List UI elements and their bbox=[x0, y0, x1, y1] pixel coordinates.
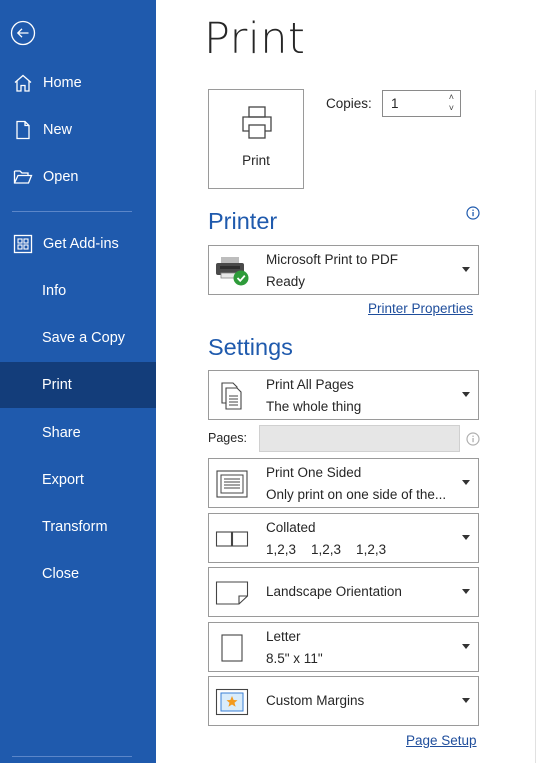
info-icon[interactable] bbox=[466, 432, 480, 446]
chevron-down-icon bbox=[462, 480, 470, 485]
page-setup-link[interactable]: Page Setup bbox=[406, 733, 477, 748]
sidebar-item-label: New bbox=[43, 122, 73, 138]
option-subtitle: Only print on one side of the... bbox=[266, 487, 447, 502]
sides-dropdown[interactable]: Print One Sided Only print on one side o… bbox=[208, 458, 479, 508]
info-icon[interactable] bbox=[466, 206, 480, 220]
sidebar-item-close[interactable]: Close bbox=[0, 551, 156, 597]
sidebar-item-label: Home bbox=[43, 75, 82, 91]
sidebar-item-label: Get Add-ins bbox=[43, 236, 119, 252]
chevron-down-icon bbox=[462, 535, 470, 540]
option-title: Print One Sided bbox=[266, 465, 362, 480]
sidebar-item-label: Print bbox=[42, 377, 72, 393]
option-title: Collated bbox=[266, 520, 316, 535]
chevron-down-icon bbox=[462, 589, 470, 594]
printer-name: Microsoft Print to PDF bbox=[266, 252, 399, 267]
sidebar-item-export[interactable]: Export bbox=[0, 457, 156, 503]
spin-arrows-icon[interactable]: ˄ ˅ bbox=[449, 92, 454, 114]
sidebar-item-label: Close bbox=[42, 566, 80, 582]
add-ins-icon bbox=[12, 233, 34, 255]
pages-icon bbox=[214, 380, 250, 412]
printer-ready-icon bbox=[214, 255, 250, 287]
orientation-dropdown[interactable]: Landscape Orientation bbox=[208, 567, 479, 617]
option-subtitle: 1,2,3 1,2,3 1,2,3 bbox=[266, 542, 387, 557]
option-subtitle: The whole thing bbox=[266, 399, 362, 414]
printer-status: Ready bbox=[266, 274, 306, 289]
page-title: Print bbox=[204, 14, 306, 64]
printer-dropdown[interactable]: Microsoft Print to PDF Ready bbox=[208, 245, 479, 295]
paper-size-dropdown[interactable]: Letter 8.5" x 11" bbox=[208, 622, 479, 672]
sidebar-divider bbox=[12, 211, 132, 212]
backstage-sidebar: Home New Open Get Add-ins Info Save a Co… bbox=[0, 0, 156, 763]
back-arrow-icon bbox=[10, 20, 36, 46]
sidebar-item-label: Save a Copy bbox=[42, 330, 126, 346]
collated-icon bbox=[214, 523, 250, 555]
pages-label: Pages: bbox=[208, 431, 247, 445]
copies-value: 1 bbox=[391, 96, 399, 111]
sidebar-item-info[interactable]: Info bbox=[0, 268, 156, 314]
sidebar-item-share[interactable]: Share bbox=[0, 410, 156, 456]
sidebar-item-label: Share bbox=[42, 425, 81, 441]
paper-size-icon bbox=[214, 632, 250, 664]
option-title: Letter bbox=[266, 629, 301, 644]
sidebar-item-home[interactable]: Home bbox=[0, 60, 156, 106]
one-sided-icon bbox=[214, 468, 250, 500]
print-range-dropdown[interactable]: Print All Pages The whole thing bbox=[208, 370, 479, 420]
print-button[interactable]: Print bbox=[208, 89, 304, 189]
copies-stepper[interactable]: 1 ˄ ˅ bbox=[382, 90, 461, 117]
chevron-down-icon bbox=[462, 644, 470, 649]
sidebar-item-get-add-ins[interactable]: Get Add-ins bbox=[0, 221, 156, 267]
scrollbar-track[interactable] bbox=[535, 90, 536, 763]
home-icon bbox=[12, 72, 34, 94]
settings-section-title: Settings bbox=[208, 334, 293, 360]
margins-icon bbox=[214, 686, 250, 718]
new-document-icon bbox=[12, 119, 34, 141]
folder-open-icon bbox=[12, 166, 34, 188]
chevron-down-icon bbox=[462, 392, 470, 397]
sidebar-item-label: Open bbox=[43, 169, 79, 185]
option-title: Landscape Orientation bbox=[266, 584, 402, 599]
sidebar-item-label: Export bbox=[42, 472, 84, 488]
copies-label: Copies: bbox=[326, 96, 372, 111]
option-title: Custom Margins bbox=[266, 693, 365, 708]
sidebar-item-transform[interactable]: Transform bbox=[0, 504, 156, 550]
pages-input[interactable] bbox=[259, 425, 460, 452]
sidebar-item-print[interactable]: Print bbox=[0, 362, 156, 408]
sidebar-item-new[interactable]: New bbox=[0, 107, 156, 153]
print-button-label: Print bbox=[242, 153, 270, 168]
option-subtitle: 8.5" x 11" bbox=[266, 651, 323, 666]
printer-properties-link[interactable]: Printer Properties bbox=[368, 301, 473, 316]
sidebar-divider bbox=[12, 756, 132, 757]
sidebar-item-label: Info bbox=[42, 283, 67, 299]
sidebar-item-save-a-copy[interactable]: Save a Copy bbox=[0, 315, 156, 361]
sidebar-item-label: Transform bbox=[42, 519, 108, 535]
collation-dropdown[interactable]: Collated 1,2,3 1,2,3 1,2,3 bbox=[208, 513, 479, 563]
printer-section-title: Printer bbox=[208, 208, 278, 234]
chevron-down-icon bbox=[462, 698, 470, 703]
chevron-down-icon bbox=[462, 267, 470, 272]
sidebar-item-open[interactable]: Open bbox=[0, 154, 156, 200]
printer-icon bbox=[242, 106, 272, 139]
option-title: Print All Pages bbox=[266, 377, 354, 392]
back-button[interactable] bbox=[10, 20, 36, 46]
landscape-icon bbox=[214, 577, 250, 609]
margins-dropdown[interactable]: Custom Margins bbox=[208, 676, 479, 726]
